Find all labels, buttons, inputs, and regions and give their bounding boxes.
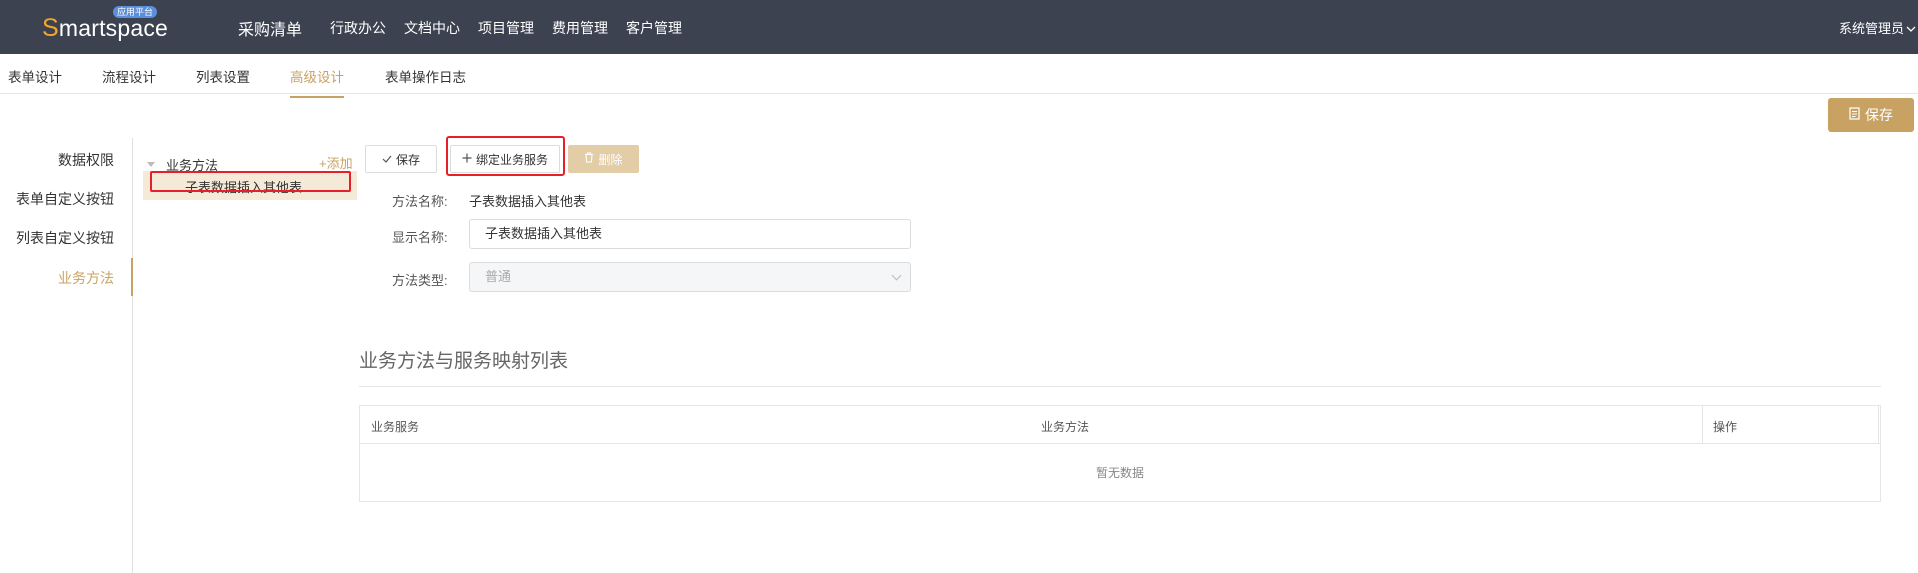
tab-form-operation-log[interactable]: 表单操作日志 [385,66,466,96]
chevron-down-icon [1906,24,1916,36]
menu-item-form-custom-buttons[interactable]: 表单自定义按钮 [16,189,114,209]
save-method-button[interactable]: 保存 [365,145,437,173]
check-icon [382,152,392,166]
mapping-table: 业务服务 业务方法 操作 暂无数据 [359,405,1881,502]
method-name-label: 方法名称: [392,194,448,209]
logo-badge: 应用平台 [113,6,158,18]
nav-item-admin[interactable]: 行政办公 [330,18,386,38]
section-divider [359,386,1881,387]
user-name: 系统管理员 [1838,21,1904,36]
column-header-business-method: 业务方法 [1041,420,1090,434]
delete-method-button[interactable]: 删除 [568,145,639,173]
empty-state-text: 暂无数据 [1095,466,1144,480]
chevron-down-icon [891,270,902,281]
tab-list-settings[interactable]: 列表设置 [196,66,250,96]
active-menu-indicator [131,258,133,296]
menu-item-business-methods[interactable]: 业务方法 [58,268,114,288]
nav-item-projects[interactable]: 项目管理 [478,18,534,38]
column-divider [1878,406,1879,444]
menu-item-list-custom-buttons[interactable]: 列表自定义按钮 [16,228,114,248]
save-form-label: 保存 [1865,107,1893,123]
tab-form-design[interactable]: 表单设计 [8,66,62,96]
method-type-value: 普通 [485,269,512,284]
nav-item-customers[interactable]: 客户管理 [626,18,682,38]
delete-method-label: 删除 [598,152,623,167]
trash-icon [584,152,594,166]
designer-tabs: 表单设计 流程设计 列表设置 高级设计 表单操作日志 [0,54,1918,98]
nav-item-docs[interactable]: 文档中心 [404,18,460,38]
tab-advanced-design[interactable]: 高级设计 [290,66,344,98]
column-header-actions: 操作 [1713,420,1738,434]
method-type-select: 普通 [469,262,911,292]
method-name-value: 子表数据插入其他表 [469,194,587,209]
save-form-button[interactable]: 保存 [1828,98,1914,132]
method-type-label: 方法类型: [392,273,448,288]
column-divider [1702,406,1703,444]
highlight-box-tree-node [150,171,351,192]
display-name-label: 显示名称: [392,230,448,245]
app-title: 采购清单 [238,22,303,39]
table-header: 业务服务 业务方法 操作 [360,406,1880,444]
tab-flow-design[interactable]: 流程设计 [102,66,156,96]
caret-down-icon[interactable] [147,162,155,167]
save-method-label: 保存 [395,152,420,167]
menu-item-data-permission[interactable]: 数据权限 [58,150,114,170]
document-icon [1849,107,1860,123]
column-header-business-service: 业务服务 [371,420,420,434]
add-method-link[interactable]: +添加 [319,153,353,172]
section-title: 业务方法与服务映射列表 [359,351,569,372]
advanced-menu: 数据权限 表单自定义按钮 列表自定义按钮 业务方法 [0,138,133,573]
nav-item-expenses[interactable]: 费用管理 [552,18,608,38]
top-bar: Smartspace 应用平台 采购清单 行政办公 文档中心 项目管理 费用管理… [0,0,1918,54]
highlight-box-bind-button [446,136,565,176]
user-menu[interactable]: 系统管理员 [1839,18,1916,37]
display-name-input[interactable]: 子表数据插入其他表 [469,219,911,249]
top-nav: 行政办公 文档中心 项目管理 费用管理 客户管理 [330,18,700,38]
logo[interactable]: Smartspace [42,14,168,43]
